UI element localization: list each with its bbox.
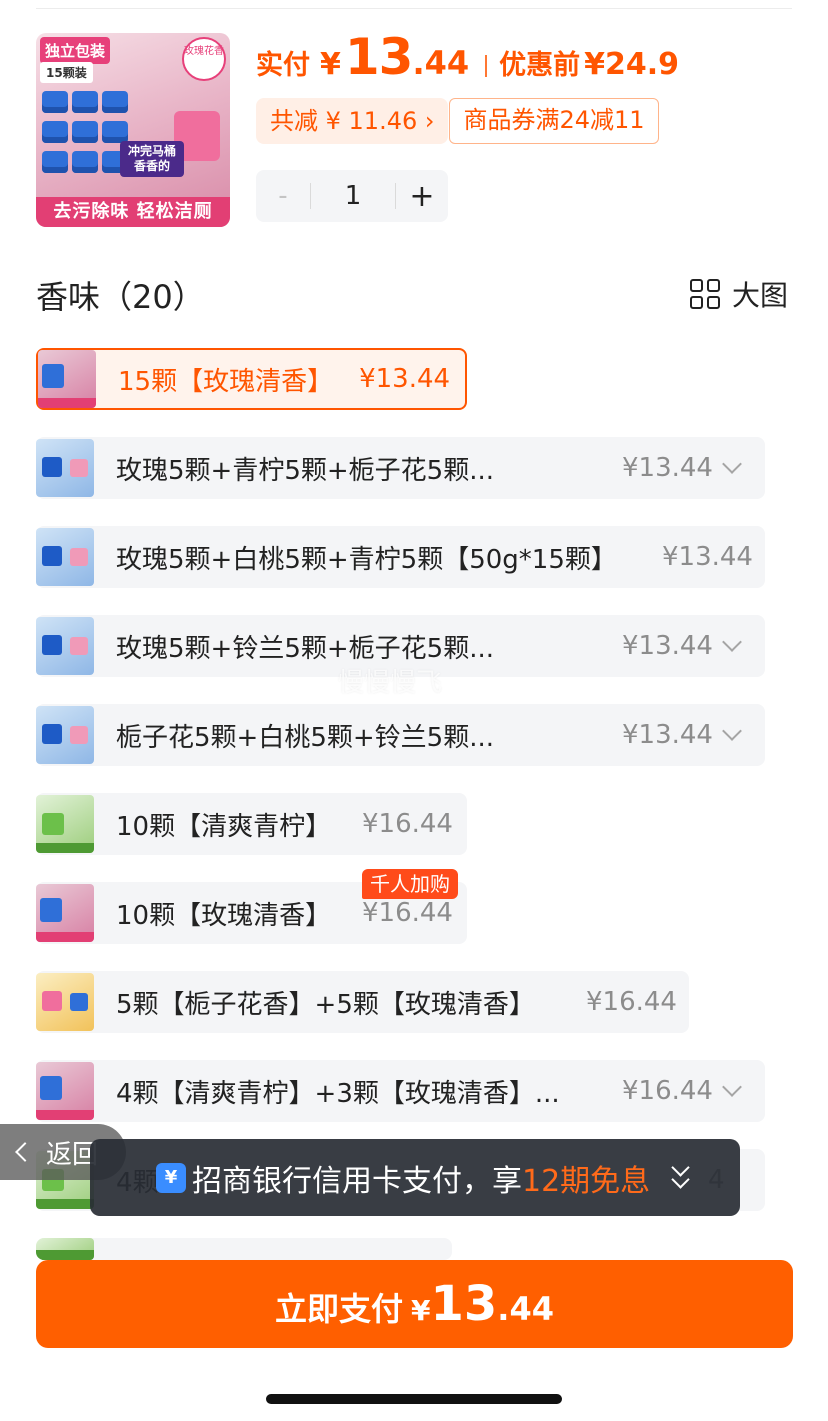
sku-price: ¥16.44 [622,1076,713,1106]
double-chevron-down-icon[interactable] [670,1158,692,1195]
sku-option[interactable]: 5颗【栀子花香】+5颗【玫瑰清香】 ¥16.44 [36,971,689,1033]
grid-icon [689,279,720,309]
bank-promo-highlight: 12期免息 [522,1163,651,1199]
top-divider [36,8,792,9]
before-label: 优惠前 [499,50,581,81]
sku-name: 栀子花5颗+白桃5颗+铃兰5颗... [116,722,494,753]
chevron-down-icon[interactable] [722,632,742,652]
price-row: 实付 ¥ 13 .44 优惠前 ¥24.9 [256,28,679,92]
sku-name: 4颗【清爽青柠】+3颗【玫瑰清香】... [116,1078,560,1109]
sku-price: ¥13.44 [622,720,713,750]
sku-price: ¥13.44 [359,364,451,394]
paid-price-int: 13 [344,28,414,86]
sku-price: ¥16.44 [586,987,677,1017]
sku-option[interactable]: 10颗【清爽青柠】 ¥16.44 [36,793,467,855]
chevron-left-icon [15,1142,35,1162]
sku-option[interactable]: 4颗【清爽青柠】+3颗【玫瑰清香】... ¥16.44 [36,1060,765,1122]
sku-price: ¥13.44 [622,631,713,661]
sku-option[interactable]: 玫瑰5颗+白桃5颗+青柠5颗【50g*15颗】 ¥13.44 [36,526,765,588]
sku-thumbnail [36,706,94,764]
sku-thumbnail [38,350,96,408]
big-view-label: 大图 [731,279,788,312]
before-price: ¥24.9 [584,47,680,82]
sku-thumbnail [36,439,94,497]
product-image-count: 15颗装 [40,62,93,83]
product-image-banner: 去污除味 轻松洁厕 [36,197,230,227]
sku-thumbnail [36,617,94,675]
product-image[interactable]: 独立包装 15颗装 玫瑰花香 冲完马桶香香的 去污除味 轻松洁厕 [36,33,230,227]
pay-now-button[interactable]: 立即支付 ¥ 13 .44 [36,1260,793,1348]
pay-price-int: 13 [430,1276,498,1332]
sku-name: 玫瑰5颗+铃兰5颗+栀子花5颗... [116,633,494,664]
paid-label: 实付 [256,50,310,81]
sku-name: 10颗【清爽青柠】 [116,811,332,842]
pay-price-dec: .44 [497,1290,554,1328]
pay-label: 立即支付 [275,1290,404,1328]
increase-button[interactable]: + [396,179,448,214]
sku-thumbnail [36,1062,94,1120]
paid-price-dec: .44 [412,44,470,82]
big-view-toggle[interactable]: 大图 [689,274,788,314]
chevron-down-icon[interactable] [722,721,742,741]
product-image-tag: 独立包装 [40,37,111,64]
price-separator [485,55,488,77]
sku-name: 玫瑰5颗+青柠5颗+栀子花5颗... [116,455,494,486]
popular-badge: 千人加购 [362,869,458,899]
sku-option[interactable]: 栀子花5颗+白桃5颗+铃兰5颗... ¥13.44 [36,704,765,766]
paid-currency: ¥ [320,47,341,82]
chevron-down-icon[interactable] [722,454,742,474]
product-image-seal: 玫瑰花香 [182,37,226,81]
sku-option-selected[interactable]: 15颗【玫瑰清香】 ¥13.44 [36,348,467,410]
sku-name: 10颗【玫瑰清香】 [116,900,332,931]
sku-thumbnail [36,884,94,942]
sku-name: 5颗【栀子花香】+5颗【玫瑰清香】 [116,989,535,1020]
product-image-slogan: 冲完马桶香香的 [120,141,184,177]
sku-thumbnail [36,1238,94,1260]
chevron-down-icon[interactable] [722,1077,742,1097]
bank-promo-banner[interactable]: ¥ 招商银行信用卡支付，享 12期免息 [90,1139,740,1216]
decrease-button[interactable]: - [256,181,310,211]
sku-thumbnail [36,795,94,853]
quantity-stepper: - 1 + [256,170,448,222]
home-indicator [266,1394,562,1404]
sku-option[interactable]: 玫瑰5颗+青柠5颗+栀子花5颗... ¥13.44 [36,437,765,499]
sku-price: ¥13.44 [622,453,713,483]
discount-total-button[interactable]: 共减 ¥ 11.46 › [256,98,448,144]
coupon-badge: 商品券满24减11 [449,98,659,144]
sku-option-partial[interactable] [36,1238,452,1260]
sku-price: ¥16.44 [362,809,453,839]
quantity-value[interactable]: 1 [311,181,395,211]
watermark: 慢慢慢飞 [338,668,443,698]
sku-name: 15颗【玫瑰清香】 [118,366,334,397]
bank-promo-text: 招商银行信用卡支付，享 [192,1163,522,1199]
pay-currency: ¥ [411,1294,431,1327]
sku-name: 玫瑰5颗+白桃5颗+青柠5颗【50g*15颗】 [116,544,617,575]
sku-price: ¥16.44 [362,898,453,928]
bank-icon: ¥ [156,1162,186,1193]
sku-thumbnail [36,973,94,1031]
section-title: 香味（20） [36,278,205,316]
sku-thumbnail [36,528,94,586]
sku-price: ¥13.44 [662,542,753,572]
